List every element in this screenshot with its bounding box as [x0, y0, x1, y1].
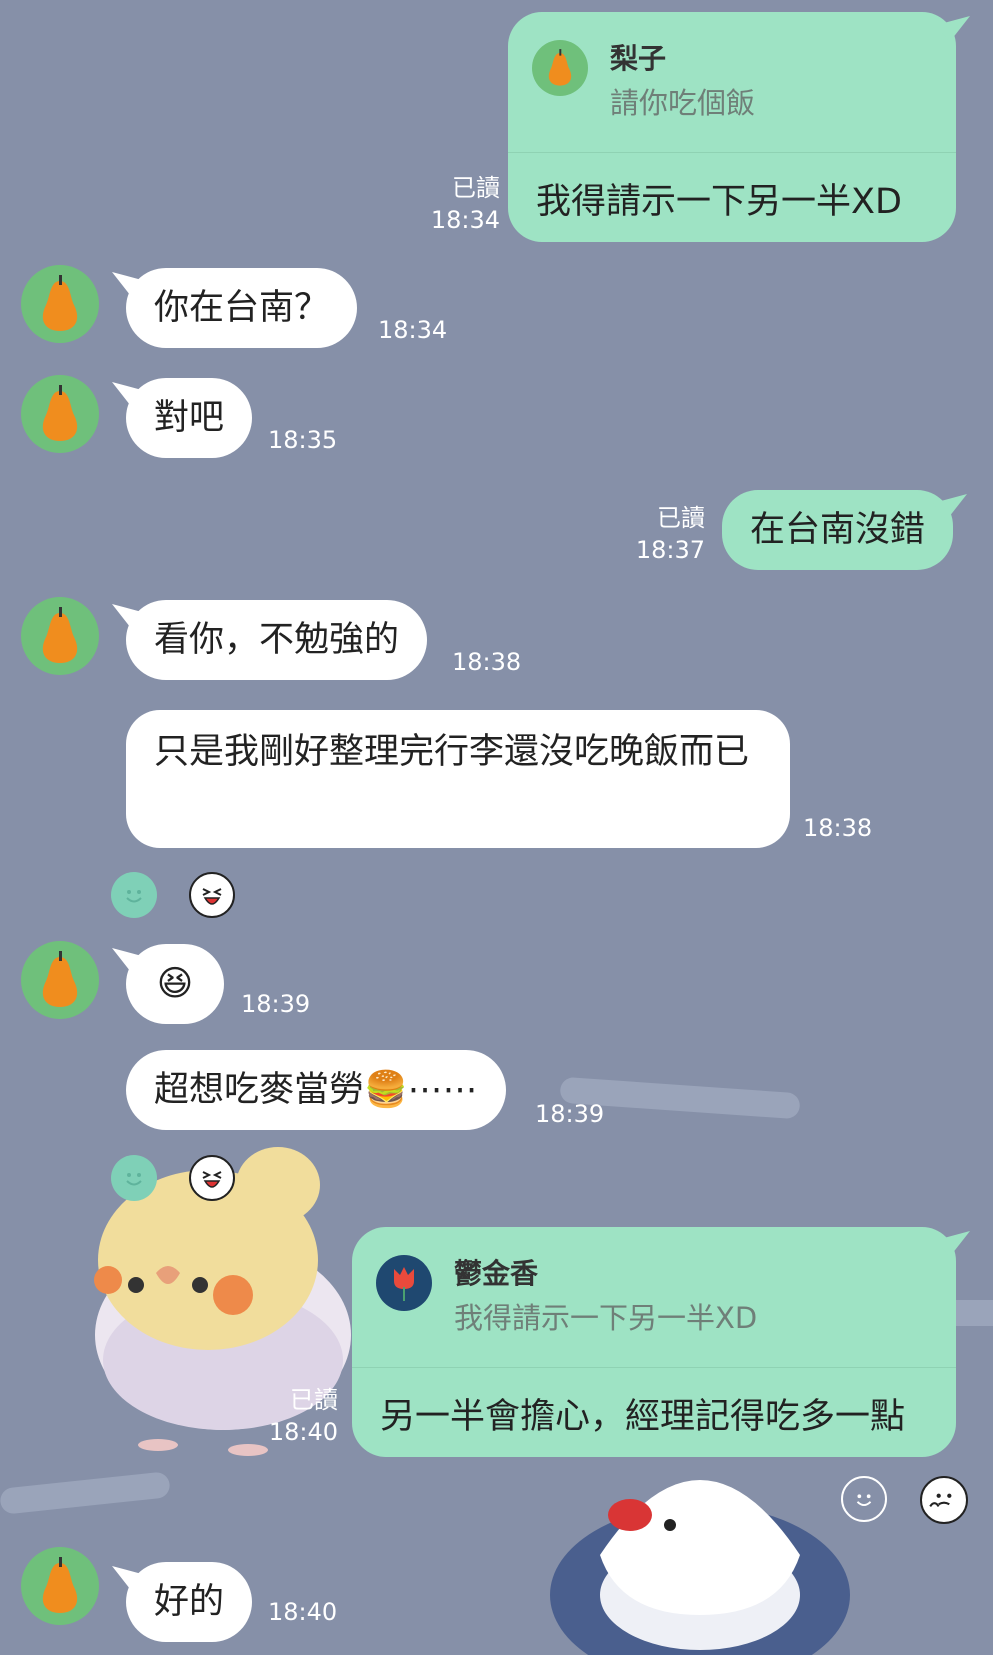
reaction-badge[interactable] — [189, 1155, 235, 1201]
seal-sticker-background — [550, 1480, 850, 1655]
message-text: 看你，不勉強的 — [154, 620, 400, 660]
message-text: 只是我剛好整理完行李還沒吃晚飯而已 — [154, 732, 750, 772]
incoming-message-bubble[interactable]: 好的 — [126, 1562, 253, 1642]
laughing-emoji: 😆 — [156, 964, 194, 1004]
quoted-text: 我得請示一下另一半XD — [454, 1301, 758, 1335]
thinking-face-icon — [929, 1493, 952, 1508]
incoming-message-bubble[interactable]: 你在台南？ — [126, 268, 358, 348]
message-text: 超想吃麥當勞🍔⋯⋯ — [154, 1070, 478, 1110]
contact-avatar[interactable] — [21, 375, 99, 453]
message-meta: 已讀 18:34 — [400, 172, 500, 236]
timestamp: 18:34 — [430, 206, 500, 234]
message-text: 對吧 — [154, 398, 225, 438]
incoming-message-bubble[interactable]: 超想吃麥當勞🍔⋯⋯ — [126, 1050, 506, 1130]
message-meta: 已讀 18:37 — [615, 502, 705, 566]
smiley-icon — [126, 890, 142, 903]
outgoing-reply-bubble[interactable]: 梨子 請你吃個飯 我得請示一下另一半XD — [508, 12, 956, 242]
contact-avatar[interactable] — [21, 265, 99, 343]
message-text: 另一半會擔心，經理記得吃多一點 — [380, 1397, 906, 1437]
timestamp: 18:35 — [268, 426, 338, 454]
smiley-icon — [126, 1173, 142, 1186]
read-receipt: 已讀 — [452, 174, 500, 202]
background-wave — [0, 1471, 171, 1515]
outgoing-reply-bubble[interactable]: 鬱金香 我得請示一下另一半XD 另一半會擔心，經理記得吃多一點 — [352, 1227, 956, 1457]
message-meta: 已讀 18:40 — [258, 1384, 338, 1448]
reaction-badge[interactable] — [920, 1476, 968, 1524]
outgoing-message-bubble[interactable]: 在台南沒錯 — [722, 490, 954, 570]
reaction-badge[interactable] — [189, 872, 235, 918]
incoming-message-bubble[interactable]: 對吧 — [126, 378, 253, 458]
pear-icon — [42, 385, 78, 441]
tulip-icon — [376, 1255, 432, 1311]
contact-avatar[interactable] — [21, 941, 99, 1019]
add-reaction-button[interactable] — [111, 1155, 157, 1201]
quoted-sender-name: 鬱金香 — [454, 1257, 539, 1290]
laughing-face-icon — [202, 1171, 222, 1188]
quoted-sender-name: 梨子 — [610, 42, 667, 75]
contact-avatar[interactable] — [21, 1547, 99, 1625]
message-text: 你在台南？ — [154, 288, 330, 328]
timestamp: 18:40 — [268, 1598, 338, 1626]
read-receipt: 已讀 — [290, 1386, 338, 1414]
quoted-message[interactable]: 梨子 請你吃個飯 — [508, 12, 956, 153]
pear-icon — [42, 1557, 78, 1613]
message-text: 在台南沒錯 — [750, 510, 926, 550]
laughing-face-icon — [202, 888, 222, 905]
incoming-message-bubble[interactable]: 只是我剛好整理完行李還沒吃晚飯而已 — [126, 710, 790, 848]
pear-icon — [42, 607, 78, 663]
read-receipt: 已讀 — [657, 504, 705, 532]
timestamp: 18:38 — [803, 814, 873, 842]
message-text: 我得請示一下另一半XD — [536, 182, 902, 222]
timestamp: 18:37 — [635, 536, 705, 564]
timestamp: 18:34 — [378, 316, 448, 344]
add-reaction-button[interactable] — [111, 872, 157, 918]
pear-icon — [42, 275, 78, 331]
timestamp: 18:39 — [241, 990, 311, 1018]
quoted-message[interactable]: 鬱金香 我得請示一下另一半XD — [352, 1227, 956, 1368]
timestamp: 18:39 — [535, 1100, 605, 1128]
pear-icon — [42, 951, 78, 1007]
pear-icon — [532, 40, 588, 96]
timestamp: 18:40 — [268, 1418, 338, 1446]
smiley-icon — [856, 1494, 872, 1506]
incoming-message-bubble[interactable]: 😆 — [126, 944, 224, 1024]
incoming-message-bubble[interactable]: 看你，不勉強的 — [126, 600, 428, 680]
timestamp: 18:38 — [452, 648, 522, 676]
message-text: 好的 — [154, 1582, 225, 1622]
add-reaction-button[interactable] — [841, 1476, 887, 1522]
quoted-text: 請你吃個飯 — [610, 86, 756, 120]
contact-avatar[interactable] — [21, 597, 99, 675]
